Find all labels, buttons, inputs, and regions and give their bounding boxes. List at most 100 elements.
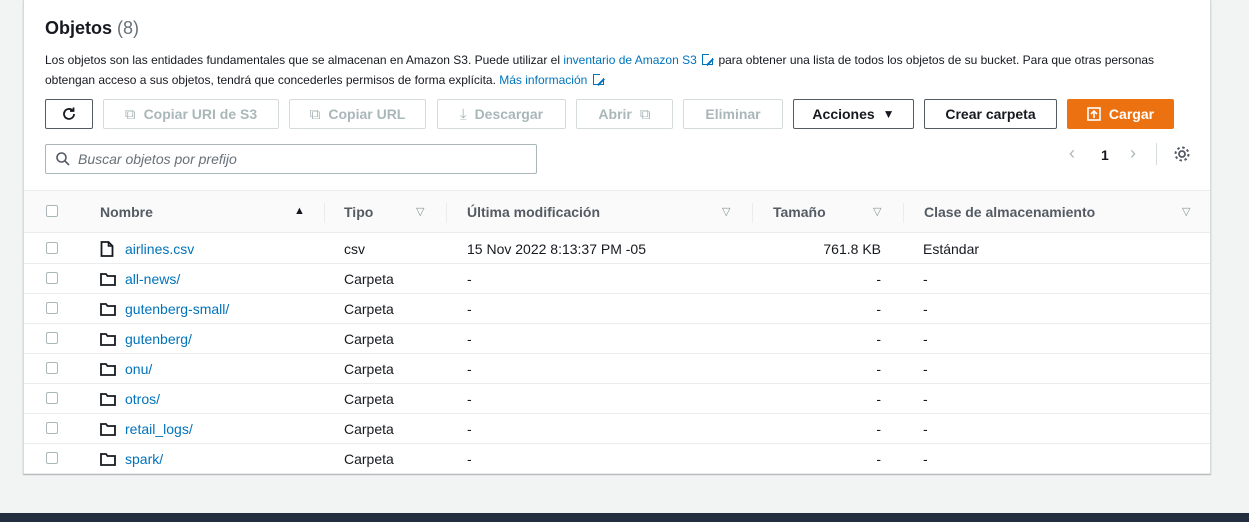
object-last-modified: - bbox=[467, 301, 472, 317]
object-name-link[interactable]: all-news/ bbox=[125, 271, 180, 287]
column-separator bbox=[324, 203, 325, 223]
object-name-link[interactable]: spark/ bbox=[125, 451, 163, 467]
object-name-link[interactable]: retail_logs/ bbox=[125, 421, 193, 437]
external-link-icon: ⧉ bbox=[639, 105, 651, 123]
object-storage-class: - bbox=[923, 451, 928, 467]
external-link-icon bbox=[592, 72, 606, 85]
object-size: - bbox=[876, 421, 881, 437]
next-page-icon[interactable]: › bbox=[1130, 143, 1136, 164]
object-last-modified: - bbox=[467, 451, 472, 467]
copy-s3-uri-label: Copiar URI de S3 bbox=[143, 106, 258, 122]
copy-icon: ⧉ bbox=[309, 105, 321, 123]
table-row[interactable]: otros/Carpeta - - - bbox=[24, 384, 1210, 414]
footer-bar bbox=[0, 513, 1249, 522]
object-type: Carpeta bbox=[344, 361, 394, 377]
upload-icon bbox=[1087, 107, 1101, 121]
object-storage-class: - bbox=[923, 301, 928, 317]
description: Los objetos son las entidades fundamenta… bbox=[45, 50, 1185, 90]
sort-icon[interactable]: ▽ bbox=[416, 205, 424, 218]
object-name-link[interactable]: otros/ bbox=[125, 391, 160, 407]
prev-page-icon[interactable]: ‹ bbox=[1069, 143, 1075, 164]
object-size: - bbox=[876, 331, 881, 347]
object-type: Carpeta bbox=[344, 271, 394, 287]
copy-icon: ⧉ bbox=[124, 105, 136, 123]
object-size: 761.8 KB bbox=[823, 241, 881, 257]
row-checkbox[interactable] bbox=[46, 452, 58, 464]
caret-down-icon: ▼ bbox=[882, 107, 895, 121]
object-size: - bbox=[876, 301, 881, 317]
column-separator bbox=[752, 203, 753, 223]
download-label: Descargar bbox=[474, 106, 544, 122]
table-row[interactable]: gutenberg/Carpeta - - - bbox=[24, 324, 1210, 354]
object-storage-class: - bbox=[923, 391, 928, 407]
table-row[interactable]: airlines.csv csv 15 Nov 2022 8:13:37 PM -0… bbox=[24, 234, 1210, 264]
search-placeholder: Buscar objetos por prefijo bbox=[78, 151, 237, 167]
object-last-modified: - bbox=[467, 271, 472, 287]
page-title: Objetos (8) bbox=[45, 18, 139, 39]
object-name-link[interactable]: onu/ bbox=[125, 361, 152, 377]
object-name-link[interactable]: gutenberg/ bbox=[125, 331, 192, 347]
table-row[interactable]: spark/Carpeta - - - bbox=[24, 444, 1210, 474]
column-separator bbox=[446, 203, 447, 223]
refresh-icon bbox=[63, 107, 75, 120]
object-type: Carpeta bbox=[344, 421, 394, 437]
copy-url-label: Copiar URL bbox=[328, 106, 406, 122]
row-checkbox[interactable] bbox=[46, 272, 58, 284]
row-checkbox[interactable] bbox=[46, 332, 58, 344]
column-header-modified[interactable]: Última modificación bbox=[467, 204, 600, 220]
external-link-icon bbox=[702, 52, 716, 65]
actions-label: Acciones bbox=[812, 106, 875, 122]
column-header-size[interactable]: Tamaño bbox=[773, 204, 826, 220]
copy-url-button[interactable]: ⧉ Copiar URL bbox=[289, 99, 426, 129]
create-folder-label: Crear carpeta bbox=[945, 106, 1036, 122]
object-last-modified: - bbox=[467, 421, 472, 437]
row-checkbox[interactable] bbox=[46, 422, 58, 434]
row-checkbox[interactable] bbox=[46, 362, 58, 374]
settings-gear-icon[interactable] bbox=[1173, 145, 1191, 168]
object-storage-class: - bbox=[923, 271, 928, 287]
title-text: Objetos bbox=[45, 18, 113, 38]
object-name-link[interactable]: airlines.csv bbox=[125, 241, 194, 257]
row-checkbox[interactable] bbox=[46, 302, 58, 314]
inventory-link[interactable]: inventario de Amazon S3 bbox=[563, 53, 696, 67]
create-folder-button[interactable]: Crear carpeta bbox=[924, 99, 1057, 129]
object-size: - bbox=[876, 271, 881, 287]
delete-button[interactable]: Eliminar bbox=[683, 99, 783, 129]
sort-icon[interactable]: ▽ bbox=[1182, 205, 1190, 218]
page-number[interactable]: 1 bbox=[1101, 147, 1109, 163]
object-last-modified: 15 Nov 2022 8:13:37 PM -05 bbox=[467, 241, 647, 257]
select-all-checkbox[interactable] bbox=[46, 205, 58, 217]
delete-label: Eliminar bbox=[705, 106, 761, 122]
table-row[interactable]: gutenberg-small/Carpeta - - - bbox=[24, 294, 1210, 324]
table-row[interactable]: onu/Carpeta - - - bbox=[24, 354, 1210, 384]
table-header: Nombre ▲ Tipo ▽ Última modificación ▽ Ta… bbox=[24, 190, 1210, 233]
search-input[interactable]: Buscar objetos por prefijo bbox=[45, 144, 537, 174]
object-type: Carpeta bbox=[344, 451, 394, 467]
column-header-name[interactable]: Nombre bbox=[100, 204, 153, 220]
object-name-link[interactable]: gutenberg-small/ bbox=[125, 301, 229, 317]
objects-panel: Objetos (8) Los objetos son las entidade… bbox=[23, 0, 1211, 474]
download-button[interactable]: ⤓ Descargar bbox=[437, 99, 566, 129]
divider bbox=[1156, 143, 1157, 165]
object-storage-class: - bbox=[923, 331, 928, 347]
column-header-type[interactable]: Tipo bbox=[344, 204, 373, 220]
row-checkbox[interactable] bbox=[46, 242, 58, 254]
table-row[interactable]: all-news/Carpeta - - - bbox=[24, 264, 1210, 294]
open-label: Abrir bbox=[598, 106, 632, 122]
sort-ascending-icon[interactable]: ▲ bbox=[294, 205, 305, 217]
object-last-modified: - bbox=[467, 331, 472, 347]
more-info-link[interactable]: Más información bbox=[499, 73, 587, 87]
upload-button[interactable]: Cargar bbox=[1067, 99, 1174, 129]
object-type: Carpeta bbox=[344, 391, 394, 407]
column-separator bbox=[903, 203, 904, 223]
column-header-storage-class[interactable]: Clase de almacenamiento bbox=[924, 204, 1095, 220]
object-storage-class: Estándar bbox=[923, 241, 980, 257]
sort-icon[interactable]: ▽ bbox=[873, 205, 881, 218]
copy-s3-uri-button[interactable]: ⧉ Copiar URI de S3 bbox=[103, 99, 279, 129]
sort-icon[interactable]: ▽ bbox=[722, 205, 730, 218]
refresh-button[interactable] bbox=[45, 99, 93, 129]
actions-dropdown[interactable]: Acciones ▼ bbox=[793, 99, 914, 129]
open-button[interactable]: Abrir ⧉ bbox=[576, 99, 673, 129]
table-row[interactable]: retail_logs/Carpeta - - - bbox=[24, 414, 1210, 444]
row-checkbox[interactable] bbox=[46, 392, 58, 404]
